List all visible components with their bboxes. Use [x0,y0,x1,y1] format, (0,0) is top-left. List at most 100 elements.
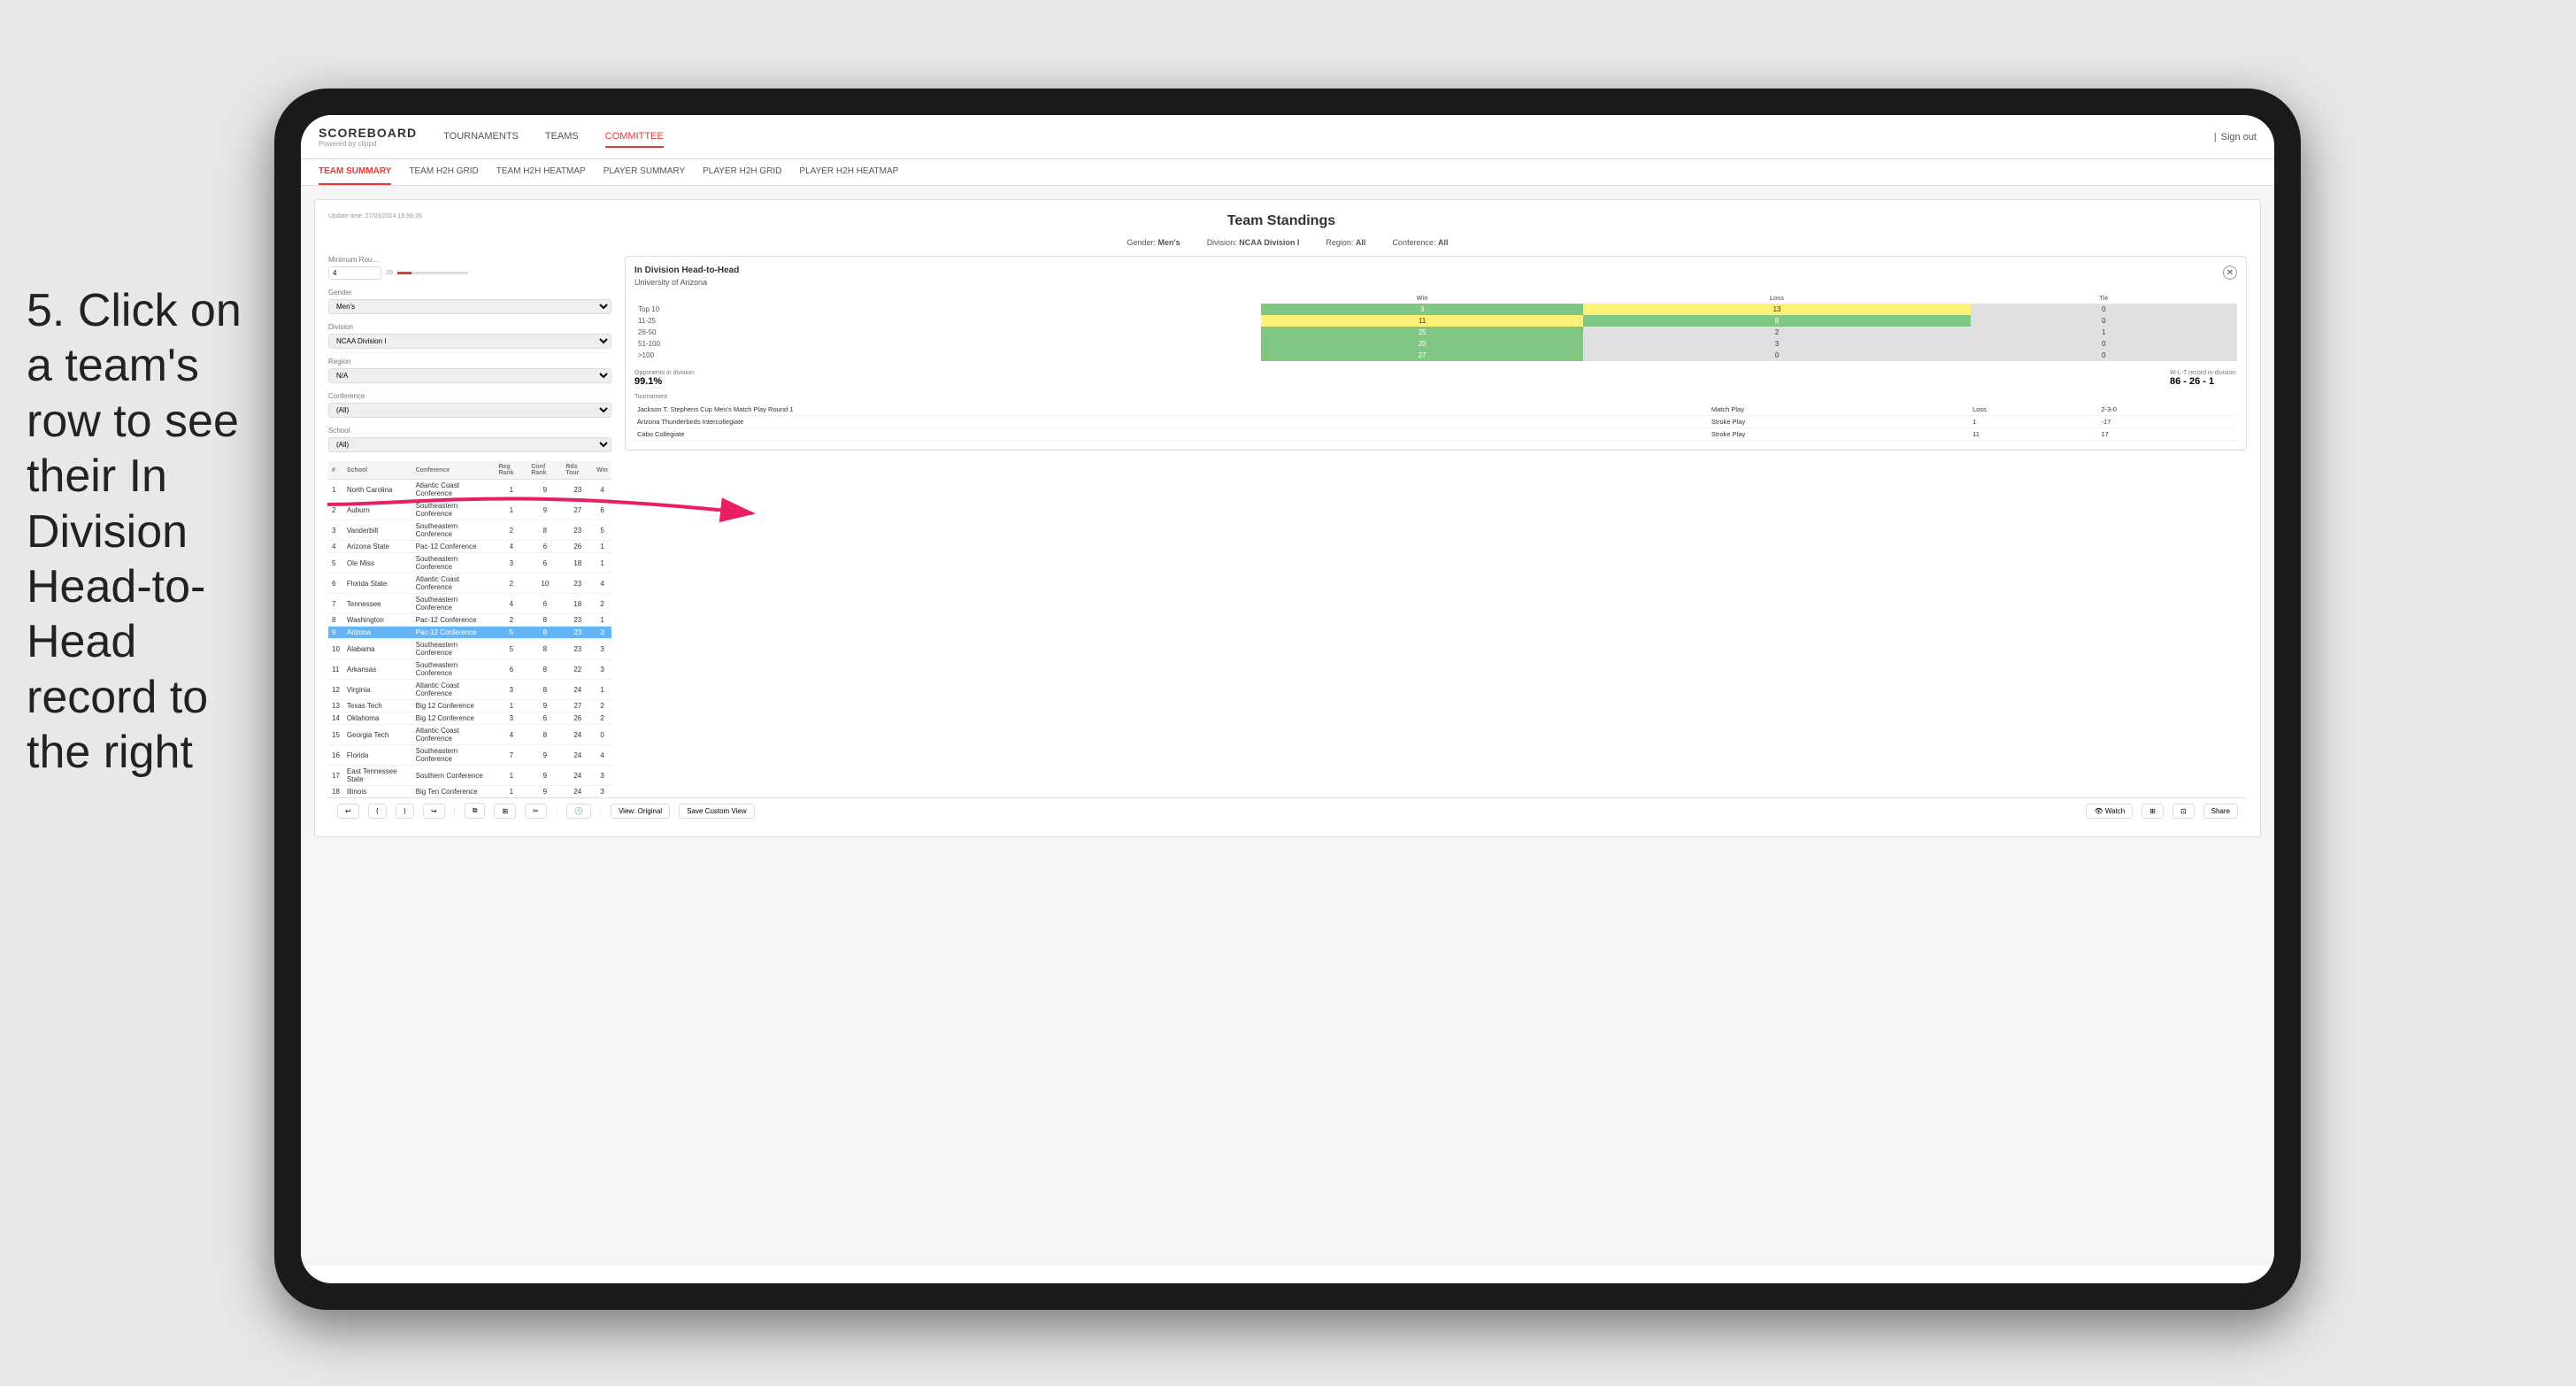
tournament-row-3: Cabo Collegiate Stroke Play 11 17 [634,428,2237,441]
h2h-panel: In Division Head-to-Head University of A… [625,256,2247,450]
conference-filter-label: Conference: All [1392,238,1448,247]
conference-select[interactable]: (All) [328,403,611,418]
redo-button[interactable]: ↪ [423,804,445,819]
h2h-row-51-100: 51-100 20 3 0 [634,338,2237,350]
table-row[interactable]: 16 Florida Southeastern Conference 7 9 2… [328,745,611,766]
h2h-row-26-50: 26-50 25 2 1 [634,327,2237,338]
school-filter-section: School (All) [328,427,611,452]
table-row[interactable]: 14 Oklahoma Big 12 Conference 3 6 26 2 [328,712,611,725]
two-col-layout: Minimum Rou... 20 Gende [328,256,2247,797]
division-filter-section: Division NCAA Division I [328,323,611,349]
bottom-toolbar: ↩ ⟨ ⟩ ↪ | ⧉ ⊞ ✂ | 🕐 | View: Original Sav… [328,797,2247,823]
table-row[interactable]: 15 Georgia Tech Atlantic Coast Conferenc… [328,725,611,745]
main-content: Update time: 27/03/2024 15:56:26 Team St… [301,186,2274,1266]
min-rounds-filter: Minimum Rou... 20 [328,256,611,280]
nav-links: TOURNAMENTS TEAMS COMMITTEE [443,127,2214,148]
h2h-row-top10: Top 10 3 13 0 [634,304,2237,315]
col-conf-rank: Conf Rank [527,461,562,480]
table-row[interactable]: 12 Virginia Atlantic Coast Conference 3 … [328,680,611,700]
tournament-table: Jackson T. Stephens Cup Men's Match Play… [634,404,2237,441]
h2h-row-11-25: 11-25 11 8 0 [634,315,2237,327]
logo-area: SCOREBOARD Powered by clippd [319,126,417,148]
table-row[interactable]: 9 Arizona Pac-12 Conference 5 8 23 3 [328,627,611,639]
gender-select[interactable]: Men's [328,299,611,314]
clock-button[interactable]: 🕐 [566,804,591,819]
nav-bar: SCOREBOARD Powered by clippd TOURNAMENTS… [301,115,2274,159]
tablet-button[interactable]: ⊞ [2142,804,2164,819]
undo-button[interactable]: ↩ [337,804,359,819]
left-panel: Minimum Rou... 20 Gende [328,256,611,797]
content-panel: Update time: 27/03/2024 15:56:26 Team St… [314,199,2261,837]
tablet-screen: SCOREBOARD Powered by clippd TOURNAMENTS… [301,115,2274,1283]
sub-nav-team-summary[interactable]: TEAM SUMMARY [319,159,391,185]
logo-sub: Powered by clippd [319,140,417,148]
right-panel: In Division Head-to-Head University of A… [625,256,2247,797]
share-button[interactable]: Share [2203,804,2238,819]
table-row[interactable]: 13 Texas Tech Big 12 Conference 1 9 27 2 [328,700,611,712]
sub-nav-team-h2h-grid[interactable]: TEAM H2H GRID [409,159,478,185]
nav-tournaments[interactable]: TOURNAMENTS [443,127,519,148]
h2h-table: Win Loss Tie Top 10 3 13 [634,294,2237,361]
standings-table-container: # School Conference Reg Rank Conf Rank R… [328,461,611,797]
filter-row: Gender: Men's Division: NCAA Division I … [328,238,2247,247]
sub-nav-player-summary[interactable]: PLAYER SUMMARY [604,159,685,185]
division-select[interactable]: NCAA Division I [328,334,611,349]
table-row[interactable]: 2 Auburn Southeastern Conference 1 9 27 … [328,500,611,520]
tournament-label: Tournament [634,394,2237,400]
min-rounds-input[interactable] [328,266,381,280]
table-row[interactable]: 4 Arizona State Pac-12 Conference 4 6 26… [328,541,611,553]
sub-nav-team-h2h-heatmap[interactable]: TEAM H2H HEATMAP [496,159,586,185]
tournament-row-2: Arizona Thunderbirds Intercollegiate Str… [634,416,2237,428]
conference-filter-section: Conference (All) [328,392,611,418]
h2h-title: In Division Head-to-Head [634,266,2237,275]
table-row[interactable]: 6 Florida State Atlantic Coast Conferenc… [328,574,611,594]
sub-nav-player-h2h-grid[interactable]: PLAYER H2H GRID [703,159,781,185]
nav-teams[interactable]: TEAMS [545,127,579,148]
region-select[interactable]: N/A [328,368,611,383]
table-row[interactable]: 8 Washington Pac-12 Conference 2 8 23 1 [328,614,611,627]
col-win: Win [593,461,611,480]
paste-button[interactable]: ⊞ [494,804,516,819]
tablet-shell: SCOREBOARD Powered by clippd TOURNAMENTS… [274,89,2301,1310]
panel-title: Team Standings [1227,213,1335,229]
col-conference: Conference [412,461,496,480]
save-custom-view-button[interactable]: Save Custom View [679,804,754,819]
gender-filter-label: Gender: Men's [1127,238,1180,247]
min-rounds-slider[interactable] [397,272,468,274]
nav-committee[interactable]: COMMITTEE [605,127,664,148]
col-rds: Rds Tour [562,461,593,480]
step-back-button[interactable]: ⟨ [368,804,387,819]
step-forward-button[interactable]: ⟩ [396,804,414,819]
update-time: Update time: 27/03/2024 15:56:26 [328,213,422,219]
h2h-close-button[interactable]: ✕ [2223,266,2237,280]
logo-title: SCOREBOARD [319,126,417,140]
region-filter-section: Region N/A [328,358,611,383]
table-row[interactable]: 3 Vanderbilt Southeastern Conference 2 8… [328,520,611,541]
view-original-button[interactable]: View: Original [611,804,670,819]
table-row[interactable]: 5 Ole Miss Southeastern Conference 3 6 1… [328,553,611,574]
table-row[interactable]: 10 Alabama Southeastern Conference 5 8 2… [328,639,611,659]
instruction-text: 5. Click on a team's row to see their In… [27,283,265,781]
standings-table: # School Conference Reg Rank Conf Rank R… [328,461,611,797]
sign-out-link[interactable]: Sign out [2221,132,2257,142]
school-select[interactable]: (All) [328,437,611,452]
division-filter-label: Division: NCAA Division I [1207,238,1300,247]
table-row[interactable]: 1 North Carolina Atlantic Coast Conferen… [328,480,611,500]
h2h-subtitle: University of Arizona [634,278,2237,287]
tournament-row-1: Jackson T. Stephens Cup Men's Match Play… [634,404,2237,416]
table-row[interactable]: 18 Illinois Big Ten Conference 1 9 24 3 [328,786,611,798]
panel-header: Update time: 27/03/2024 15:56:26 Team St… [328,213,2247,229]
sub-nav-player-h2h-heatmap[interactable]: PLAYER H2H HEATMAP [799,159,898,185]
h2h-row-gt100: >100 27 0 0 [634,350,2237,361]
copy-button[interactable]: ⧉ [465,803,486,819]
sub-nav: TEAM SUMMARY TEAM H2H GRID TEAM H2H HEAT… [301,159,2274,186]
cut-button[interactable]: ✂ [525,804,547,819]
grid-button[interactable]: ⊡ [2172,804,2195,819]
h2h-stats: Opponents in division: 99.1% W-L-T recor… [634,370,2237,387]
table-row[interactable]: 7 Tennessee Southeastern Conference 4 6 … [328,594,611,614]
table-row[interactable]: 17 East Tennessee State Southern Confere… [328,766,611,786]
table-row[interactable]: 11 Arkansas Southeastern Conference 6 8 … [328,659,611,680]
watch-button[interactable]: 👁 Watch [2086,804,2133,819]
col-rank: # [328,461,343,480]
gender-filter-section: Gender Men's [328,289,611,314]
